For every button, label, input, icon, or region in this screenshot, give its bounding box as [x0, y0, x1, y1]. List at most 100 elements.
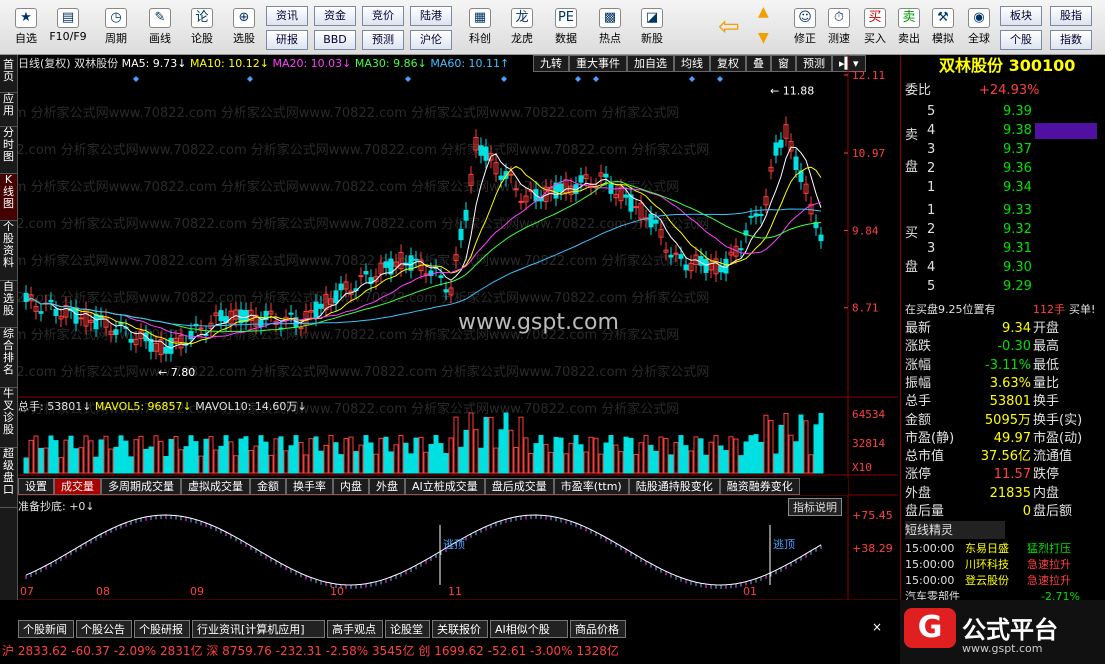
rail-item-6[interactable]: 综合排名 [0, 328, 17, 388]
toolbar-btn-24[interactable]: ◉ 全球 [962, 6, 996, 46]
toolbar-small-btn-12[interactable]: 陆港 [410, 6, 452, 26]
volume-tab-4[interactable]: 金额 [250, 478, 286, 495]
toolbar-small-btn-7[interactable]: 研报 [266, 30, 308, 50]
volume-bar-119 [618, 451, 624, 474]
toolbar-btn-2[interactable]: ◷ 周期 [94, 6, 138, 46]
toolbar-btn-17[interactable]: ▩ 热点 [588, 6, 632, 46]
volume-bar-128 [663, 438, 669, 474]
toolbar-small-btn-28[interactable]: 指数 [1050, 30, 1092, 50]
toolbar-btn-4[interactable]: 论论股 [180, 6, 224, 46]
toolbar-small-btn-11[interactable]: 预测 [362, 30, 404, 50]
volume-bar-19 [118, 435, 124, 474]
volume-bar-116 [603, 442, 609, 474]
event-marker-icon-3 [501, 76, 507, 82]
volume-tab-3[interactable]: 虚拟成交量 [181, 478, 250, 495]
toolbar-label-24: 全球 [968, 32, 990, 45]
toolbar-btn-21[interactable]: 买买入 [858, 6, 892, 46]
bottom-tab-3[interactable]: 行业资讯[计算机应用] [192, 620, 325, 638]
toolbar-btn-19[interactable]: ☺ 修正 [788, 6, 822, 46]
toolbar-btn-14[interactable]: ▦ 科创 [458, 6, 502, 46]
candle-body-97 [508, 173, 514, 176]
toolbar-btn-5[interactable]: ⊕ 选股 [222, 6, 266, 46]
volume-tab-7[interactable]: 外盘 [369, 478, 405, 495]
rail-item-8[interactable]: 超级盘口 [0, 448, 17, 508]
bottom-close-icon[interactable]: × [872, 620, 882, 634]
volume-tab-6[interactable]: 内盘 [333, 478, 369, 495]
toolbar-down-icon[interactable]: ▼ [758, 30, 769, 46]
toolbar-arrow-left-icon[interactable]: ⇦ [718, 12, 740, 42]
volume-tab-12[interactable]: 融资融券变化 [719, 478, 800, 495]
volume-bar-41 [228, 441, 234, 474]
toolbar-small-btn-25[interactable]: 板块 [1000, 6, 1042, 26]
bottom-tab-6[interactable]: 关联报价 [432, 620, 488, 638]
toolbar-btn-0[interactable]: ★ 自选 [4, 6, 48, 46]
toolbar-btn-3[interactable]: ✎ 画线 [138, 6, 182, 46]
candle-body-6 [53, 308, 59, 317]
volume-bar-7 [58, 457, 64, 474]
rail-item-7[interactable]: 牛叉诊股 [0, 388, 17, 448]
toolbar-small-btn-8[interactable]: 资金 [314, 6, 356, 26]
volume-bar-93 [488, 416, 494, 474]
toolbar-small-btn-6[interactable]: 资讯 [266, 6, 308, 26]
month-label-3: 10 [330, 585, 344, 598]
bottom-tab-5[interactable]: 论股堂 [385, 620, 430, 638]
candle-body-47 [258, 319, 264, 327]
price-axis-label-2: 9.84 [852, 224, 879, 237]
toolbar-small-btn-13[interactable]: 沪伦 [410, 30, 452, 50]
toolbar-up-icon[interactable]: ▲ [758, 4, 769, 20]
rail-item-1[interactable]: 应用 [0, 93, 17, 127]
toolbar-small-btn-10[interactable]: 竞价 [362, 6, 404, 26]
rail-item-4[interactable]: 个股资料 [0, 221, 17, 281]
indicator-help-button[interactable]: 指标说明 [788, 498, 842, 516]
rail-item-3[interactable]: K线图 [0, 174, 17, 221]
rail-item-5[interactable]: 自选股 [0, 281, 17, 328]
candle-body-126 [653, 219, 659, 224]
bottom-tab-0[interactable]: 个股新闻 [18, 620, 74, 638]
volume-bar-30 [173, 435, 179, 474]
volume-bar-111 [578, 444, 584, 474]
event-marker-icon-4 [575, 76, 581, 82]
toolbar-icon-5: ⊕ [233, 8, 255, 28]
bottom-tab-7[interactable]: AI相似个股 [490, 620, 568, 638]
stat-key2-2: 最低 [1033, 357, 1060, 373]
volume-tab-10[interactable]: 市盈率(ttm) [553, 478, 629, 495]
toolbar-small-btn-9[interactable]: BBD [314, 30, 356, 50]
volume-bar-98 [513, 447, 519, 474]
toolbar-btn-18[interactable]: ◪ 新股 [630, 6, 674, 46]
volume-bar-103 [538, 435, 544, 474]
toolbar-btn-20[interactable]: ⏱ 测速 [822, 6, 856, 46]
candle-body-91 [478, 145, 484, 156]
volume-tab-1[interactable]: 成交量 [54, 478, 101, 495]
toolbar-small-btn-26[interactable]: 个股 [1000, 30, 1042, 50]
volume-bar-66 [353, 451, 359, 474]
volume-tab-11[interactable]: 陆股通持股变化 [628, 478, 720, 495]
candle-body-120 [623, 194, 629, 198]
toolbar-btn-1[interactable]: ▤ F10/F9 [46, 6, 90, 43]
volume-tab-9[interactable]: 盘后成交量 [484, 478, 554, 495]
candle-body-18 [113, 329, 119, 335]
bottom-tab-1[interactable]: 个股公告 [76, 620, 132, 638]
volume-tab-2[interactable]: 多周期成交量 [101, 478, 181, 495]
rail-item-2[interactable]: 分时图 [0, 127, 17, 174]
bottom-tab-8[interactable]: 商品价格 [570, 620, 626, 638]
bottom-tab-4[interactable]: 高手观点 [327, 620, 383, 638]
toolbar-small-btn-27[interactable]: 股指 [1050, 6, 1092, 26]
toolbar-btn-15[interactable]: 龙龙虎 [500, 6, 544, 46]
volume-tab-0[interactable]: 设置 [18, 478, 54, 495]
toolbar-btn-22[interactable]: 卖卖出 [892, 6, 926, 46]
toolbar-label-20: 测速 [828, 32, 850, 45]
candle-body-62 [333, 290, 339, 304]
rail-item-0[interactable]: 首页 [0, 59, 17, 93]
buy-price-3: 9.30 [1003, 260, 1032, 275]
volume-tab-5[interactable]: 换手率 [286, 478, 333, 495]
volume-bar-11 [78, 447, 84, 474]
toolbar-label-14: 科创 [469, 32, 491, 45]
price-axis-label-0: 12.11 [852, 69, 885, 82]
candle-body-131 [678, 254, 684, 259]
volume-tab-8[interactable]: AI立桩成交量 [405, 478, 485, 495]
toolbar-btn-23[interactable]: ⚒ 模拟 [926, 6, 960, 46]
toolbar-btn-16[interactable]: PE 数据 [544, 6, 588, 46]
bottom-tab-2[interactable]: 个股研报 [134, 620, 190, 638]
volume-bar-55 [298, 441, 304, 474]
volume-bar-39 [218, 445, 224, 474]
